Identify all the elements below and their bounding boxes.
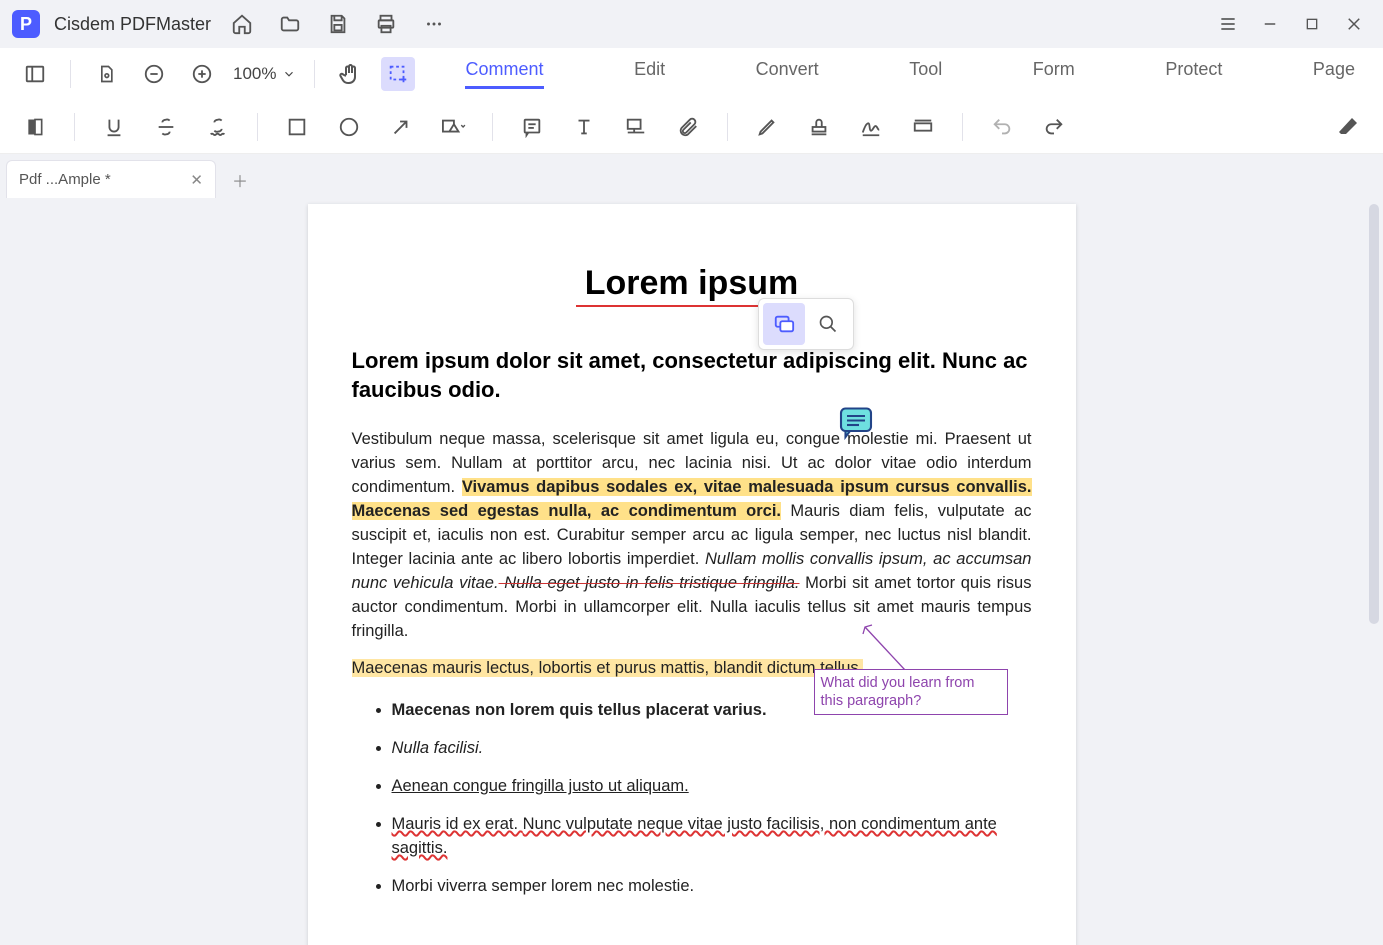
save-icon[interactable] — [321, 7, 355, 41]
zoom-level-label: 100% — [233, 64, 276, 84]
underline-icon[interactable] — [97, 110, 131, 144]
document-tabstrip: Pdf ...Ample * ✕ ＋ — [0, 154, 1383, 198]
separator — [727, 113, 728, 141]
strikeout-annotation[interactable]: Nulla eget justo in felis tristique frin… — [499, 574, 800, 592]
tab-comment[interactable]: Comment — [465, 59, 543, 89]
paragraph-body: Vestibulum neque massa, scelerisque sit … — [352, 428, 1032, 643]
zoom-out-icon[interactable] — [137, 57, 171, 91]
close-button[interactable] — [1337, 7, 1371, 41]
page-settings-icon[interactable] — [89, 57, 123, 91]
pencil-icon[interactable] — [750, 110, 784, 144]
tab-protect[interactable]: Protect — [1165, 59, 1222, 89]
vertical-scrollbar[interactable] — [1369, 204, 1379, 624]
app-logo: P — [12, 10, 40, 38]
redo-icon[interactable] — [1037, 110, 1071, 144]
tab-form[interactable]: Form — [1033, 59, 1075, 89]
maximize-button[interactable] — [1295, 7, 1329, 41]
text-icon[interactable] — [567, 110, 601, 144]
more-icon[interactable] — [417, 7, 451, 41]
main-toolbar: 100% Comment Edit Convert Tool Form Prot… — [0, 48, 1383, 100]
list-item: Mauris id ex erat. Nunc vulputate neque … — [392, 813, 1032, 861]
rectangle-icon[interactable] — [280, 110, 314, 144]
separator — [70, 60, 71, 88]
document-tab[interactable]: Pdf ...Ample * ✕ — [6, 160, 216, 198]
note-icon[interactable] — [515, 110, 549, 144]
app-title: Cisdem PDFMaster — [54, 14, 211, 35]
squiggly-icon[interactable] — [201, 110, 235, 144]
callout-annotation[interactable]: What did you learn from this paragraph? — [814, 669, 1008, 715]
list-item: Nulla facilisi. — [392, 737, 1032, 761]
document-tab-label: Pdf ...Ample * — [19, 171, 111, 188]
tab-tool[interactable]: Tool — [909, 59, 942, 89]
stamp-icon[interactable] — [802, 110, 836, 144]
titlebar: P Cisdem PDFMaster — [0, 0, 1383, 48]
open-icon[interactable] — [273, 7, 307, 41]
tab-convert[interactable]: Convert — [756, 59, 819, 89]
popup-comment-icon[interactable] — [763, 303, 805, 345]
comment-toolbar — [0, 100, 1383, 154]
underline-annotation[interactable]: Aenean congue fringilla justo ut aliquam… — [392, 777, 689, 795]
arrow-icon[interactable] — [384, 110, 418, 144]
pdf-page: Lorem ipsum Lorem ipsum dolor sit amet, … — [308, 204, 1076, 945]
document-subtitle: Lorem ipsum dolor sit amet, consectetur … — [352, 347, 1032, 404]
menu-tabs: Comment Edit Convert Tool Form Protect P… — [465, 59, 1365, 89]
list-item: Aenean congue fringilla justo ut aliquam… — [392, 775, 1032, 799]
signature-icon[interactable] — [854, 110, 888, 144]
tab-edit[interactable]: Edit — [634, 59, 665, 89]
strikethrough-icon[interactable] — [149, 110, 183, 144]
document-title: Lorem ipsum — [352, 264, 1032, 303]
separator — [257, 113, 258, 141]
sticky-note-annotation[interactable] — [838, 404, 874, 445]
hand-tool-icon[interactable] — [333, 57, 367, 91]
app-window: P Cisdem PDFMaster 100% Comment Edit — [0, 0, 1383, 945]
select-tool-icon[interactable] — [381, 57, 415, 91]
tab-page[interactable]: Page — [1313, 59, 1355, 89]
minimize-button[interactable] — [1253, 7, 1287, 41]
document-canvas[interactable]: Lorem ipsum Lorem ipsum dolor sit amet, … — [0, 198, 1383, 945]
zoom-level-dropdown[interactable]: 100% — [233, 64, 296, 84]
bold-run: Maecenas non lorem quis tellus placerat … — [392, 701, 767, 719]
list-item: Morbi viverra semper lorem nec molestie. — [392, 875, 1032, 899]
italic-run: Nulla facilisi. — [392, 739, 484, 757]
highlight-annotation[interactable]: Maecenas mauris lectus, lobortis et puru… — [352, 659, 864, 677]
zoom-in-icon[interactable] — [185, 57, 219, 91]
shapes-dropdown-icon[interactable] — [436, 110, 470, 144]
popup-search-icon[interactable] — [807, 303, 849, 345]
sidebar-toggle-icon[interactable] — [18, 57, 52, 91]
selection-popup — [758, 298, 854, 350]
text-run: Morbi viverra semper lorem nec molestie. — [392, 877, 695, 895]
oval-icon[interactable] — [332, 110, 366, 144]
chevron-down-icon — [282, 67, 296, 81]
bullet-list: Maecenas non lorem quis tellus placerat … — [352, 699, 1032, 899]
highlight-icon[interactable] — [18, 110, 52, 144]
home-icon[interactable] — [225, 7, 259, 41]
squiggly-annotation[interactable]: Mauris id ex erat. — [392, 815, 523, 833]
print-icon[interactable] — [369, 7, 403, 41]
attachment-icon[interactable] — [671, 110, 705, 144]
hamburger-icon[interactable] — [1211, 7, 1245, 41]
undo-icon[interactable] — [985, 110, 1019, 144]
new-tab-button[interactable]: ＋ — [222, 162, 258, 198]
close-tab-icon[interactable]: ✕ — [190, 171, 203, 189]
separator — [492, 113, 493, 141]
separator — [74, 113, 75, 141]
separator — [314, 60, 315, 88]
callout-arrow-annotation[interactable] — [860, 622, 910, 672]
callout-icon[interactable] — [619, 110, 653, 144]
separator — [962, 113, 963, 141]
link-icon[interactable] — [906, 110, 940, 144]
eraser-icon[interactable] — [1331, 110, 1365, 144]
